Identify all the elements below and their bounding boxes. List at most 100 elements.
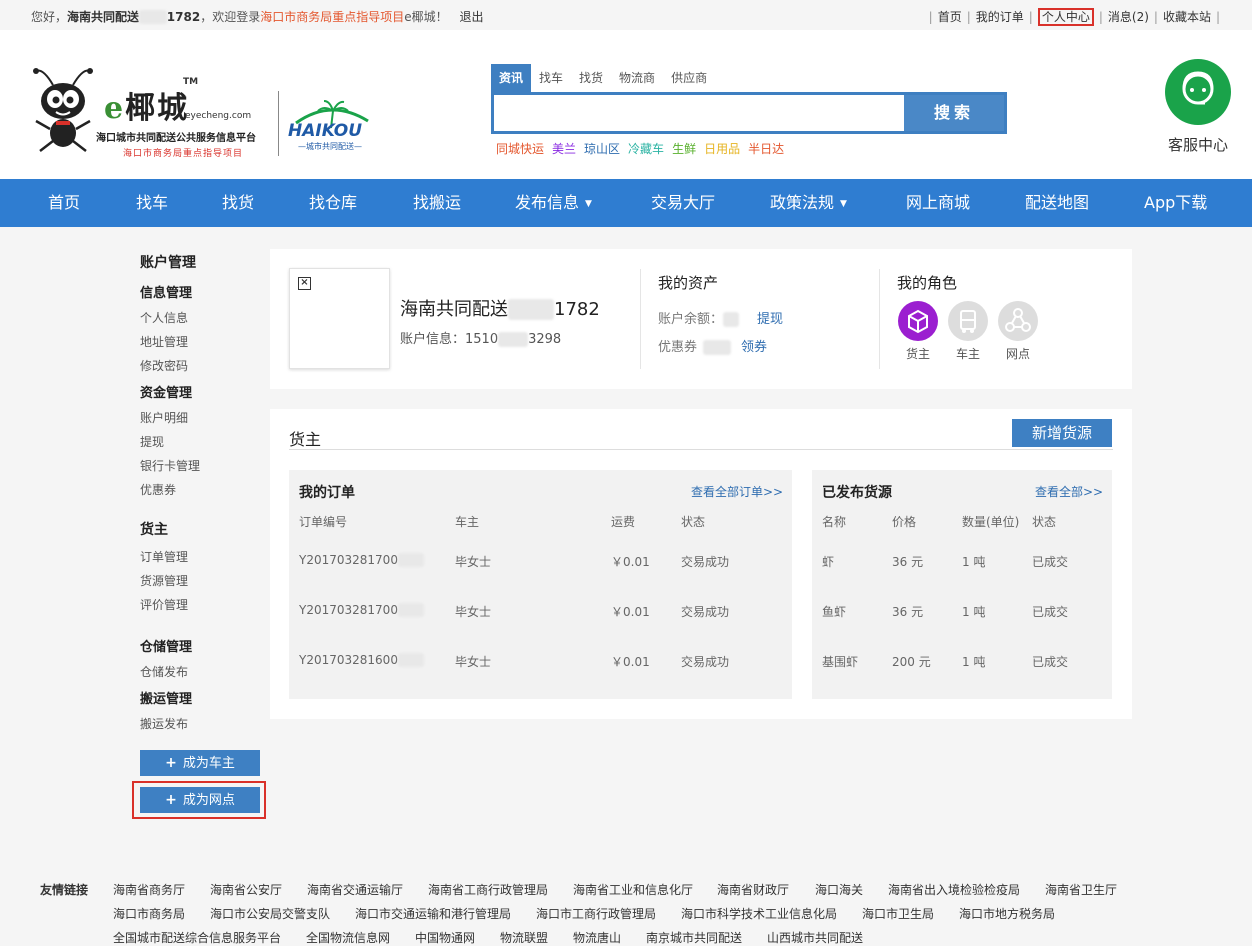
get-coupon-link[interactable]: 领券 — [741, 340, 767, 355]
hot-search-links: 同城快运 美兰 琼山区 冷藏车 生鲜 日用品 半日达 — [496, 140, 792, 157]
friend-link[interactable]: 山西城市共同配送 — [767, 929, 863, 946]
brand-name: e椰城 — [104, 91, 190, 126]
view-all-orders-link[interactable]: 查看全部订单>> — [691, 483, 783, 500]
goods-qty: 1 吨 — [962, 555, 986, 569]
sidebar-item-order-mgmt[interactable]: 订单管理 — [140, 548, 188, 565]
search-button[interactable]: 搜索 — [904, 95, 1004, 131]
hot-link[interactable]: 冷藏车 — [628, 142, 664, 156]
friend-link[interactable]: 海南省公安厅 — [210, 881, 282, 898]
haikou-text: HAIKOU — [288, 121, 363, 141]
welcome-text: 您好，海南共同配送XXX1782，欢迎登录海口市商务局重点指导项目e椰城！ 退出 — [31, 10, 484, 24]
my-orders-panel: 我的订单 查看全部订单>> 订单编号 车主 运费 状态 Y20170328170… — [289, 470, 792, 699]
sidebar-item-password[interactable]: 修改密码 — [140, 357, 188, 374]
logout-link[interactable]: 退出 — [459, 10, 483, 24]
role-shipper[interactable]: 货主 — [897, 301, 939, 362]
published-goods-title: 已发布货源 — [822, 485, 892, 501]
friend-link[interactable]: 海南省出入境检验检疫局 — [888, 881, 1020, 898]
plus-icon: + — [165, 755, 177, 771]
avatar[interactable]: × — [289, 268, 390, 369]
friend-link[interactable]: 物流联盟 — [500, 929, 548, 946]
friend-link[interactable]: 海口市商务局 — [113, 905, 185, 922]
top-my-orders-link[interactable]: 我的订单 — [976, 10, 1024, 24]
order-owner: 毕女士 — [455, 655, 492, 669]
hot-link[interactable]: 生鲜 — [672, 142, 696, 156]
friend-link[interactable]: 物流唐山 — [573, 929, 621, 946]
friend-link[interactable]: 海南省工业和信息化厅 — [573, 881, 693, 898]
sidebar-item-bank-card[interactable]: 银行卡管理 — [140, 457, 200, 474]
friend-link[interactable]: 海南省交通运输厅 — [307, 881, 403, 898]
role-point[interactable]: 网点 — [997, 301, 1039, 362]
sidebar-item-account-detail[interactable]: 账户明细 — [140, 409, 188, 426]
friend-link[interactable]: 海南省商务厅 — [113, 881, 185, 898]
brand-note: 海口市商务局重点指导项目 — [123, 149, 244, 159]
nav-find-goods[interactable]: 找货 — [222, 179, 254, 227]
top-home-link[interactable]: 首页 — [938, 10, 962, 24]
nav-find-vehicle[interactable]: 找车 — [136, 179, 168, 227]
top-messages-link[interactable]: 消息(2) — [1108, 10, 1149, 24]
friend-link[interactable]: 全国物流信息网 — [306, 929, 390, 946]
friend-link[interactable]: 海口市公安局交警支队 — [210, 905, 330, 922]
nav-find-warehouse[interactable]: 找仓库 — [309, 179, 357, 227]
friend-link[interactable]: 南京城市共同配送 — [646, 929, 742, 946]
nav-find-moving[interactable]: 找搬运 — [413, 179, 461, 227]
sidebar-item-storage-publish[interactable]: 仓储发布 — [140, 663, 188, 680]
sidebar-item-moving-publish[interactable]: 搬运发布 — [140, 715, 188, 732]
haikou-logo: HAIKOU —城市共同配送— — [286, 93, 376, 153]
role-driver[interactable]: 车主 — [947, 301, 989, 362]
sidebar-item-address[interactable]: 地址管理 — [140, 333, 188, 350]
nav-app-download[interactable]: App下载 — [1144, 179, 1207, 227]
sidebar-item-withdraw[interactable]: 提现 — [140, 433, 164, 450]
add-goods-button[interactable]: 新增货源 — [1012, 419, 1112, 447]
friend-link[interactable]: 海口海关 — [815, 881, 863, 898]
order-id: Y201703281700XX — [299, 603, 424, 617]
friend-link[interactable]: 海口市卫生局 — [862, 905, 934, 922]
top-personal-center-link[interactable]: 个人中心 — [1037, 8, 1094, 26]
friend-link[interactable]: 海口市交通运输和港行管理局 — [355, 905, 511, 922]
goods-qty: 1 吨 — [962, 605, 986, 619]
become-point-button[interactable]: + 成为网点 — [140, 787, 260, 813]
haikou-subtitle: —城市共同配送— — [298, 142, 362, 151]
search-tab-supplier[interactable]: 供应商 — [663, 64, 715, 92]
friend-link[interactable]: 全国城市配送综合信息服务平台 — [113, 929, 281, 946]
coupon-row: 优惠券0领券 — [658, 340, 768, 355]
friend-link[interactable]: 海口市科学技术工业信息化局 — [681, 905, 837, 922]
friend-link[interactable]: 海南省工商行政管理局 — [428, 881, 548, 898]
nav-home[interactable]: 首页 — [48, 179, 80, 227]
sidebar-item-review-mgmt[interactable]: 评价管理 — [140, 596, 188, 613]
nav-online-mall[interactable]: 网上商城 — [906, 179, 970, 227]
hot-link[interactable]: 琼山区 — [584, 142, 620, 156]
sidebar-item-coupon[interactable]: 优惠券 — [140, 481, 176, 498]
nav-policy[interactable]: 政策法规 ▼ — [770, 179, 847, 228]
col-status: 状态 — [681, 515, 706, 529]
col-fee: 运费 — [611, 515, 636, 529]
hot-link[interactable]: 日用品 — [704, 142, 740, 156]
customer-service[interactable]: 客服中心 — [1163, 59, 1233, 155]
hot-link[interactable]: 美兰 — [552, 142, 576, 156]
nav-trading-hall[interactable]: 交易大厅 — [651, 179, 715, 227]
friend-link[interactable]: 海南省财政厅 — [717, 881, 789, 898]
friend-link[interactable]: 海口市工商行政管理局 — [536, 905, 656, 922]
nav-delivery-map[interactable]: 配送地图 — [1025, 179, 1089, 227]
order-id: Y201703281700XX — [299, 553, 424, 567]
friend-link[interactable]: 海口市地方税务局 — [959, 905, 1055, 922]
friend-link[interactable]: 海南省卫生厅 — [1045, 881, 1117, 898]
top-favorite-link[interactable]: 收藏本站 — [1163, 10, 1211, 24]
become-driver-button[interactable]: + 成为车主 — [140, 750, 260, 776]
hot-link[interactable]: 半日达 — [748, 142, 784, 156]
hot-link[interactable]: 同城快运 — [496, 142, 544, 156]
site-logo[interactable]: e椰城 TM eyecheng.com 海口城市共同配送公共服务信息平台 海口市… — [28, 63, 378, 163]
friend-link[interactable]: 中国物通网 — [415, 929, 475, 946]
search-tab-logistics[interactable]: 物流商 — [611, 64, 663, 92]
search-tab-find-vehicle[interactable]: 找车 — [531, 64, 571, 92]
sidebar-item-goods-mgmt[interactable]: 货源管理 — [140, 572, 188, 589]
header: e椰城 TM eyecheng.com 海口城市共同配送公共服务信息平台 海口市… — [0, 30, 1252, 179]
sidebar-item-personal-info[interactable]: 个人信息 — [140, 309, 188, 326]
search-input[interactable] — [494, 95, 904, 131]
search-tab-news[interactable]: 资讯 — [491, 64, 532, 92]
withdraw-link[interactable]: 提现 — [757, 312, 783, 327]
search-tab-find-goods[interactable]: 找货 — [571, 64, 611, 92]
goods-price: 36 元 — [892, 555, 924, 569]
view-all-goods-link[interactable]: 查看全部>> — [1035, 483, 1103, 500]
order-status: 交易成功 — [681, 655, 730, 669]
nav-publish-info[interactable]: 发布信息 ▼ — [515, 179, 592, 228]
